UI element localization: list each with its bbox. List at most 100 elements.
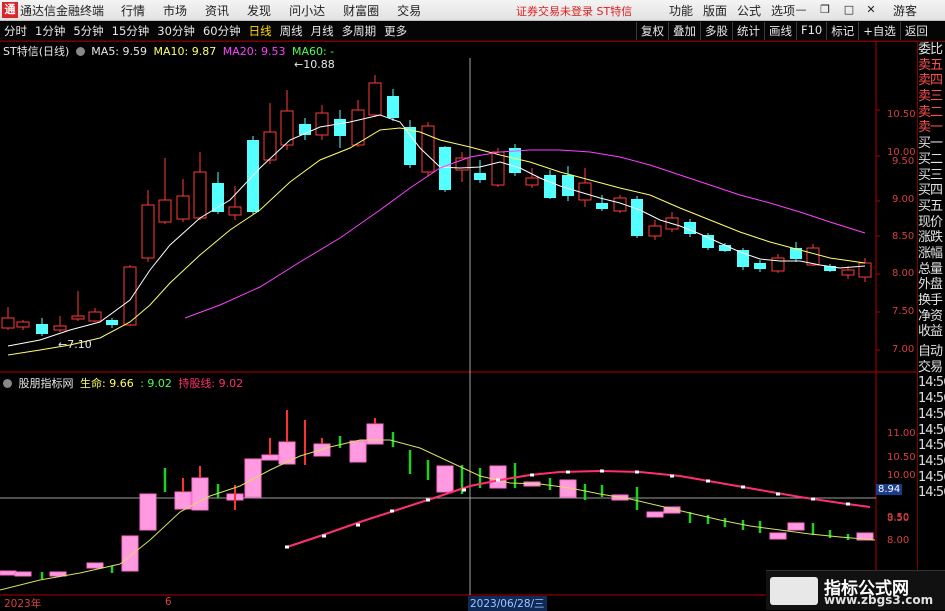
candle-down bbox=[562, 175, 574, 196]
tick-time: 14:56 bbox=[918, 453, 945, 469]
ma60-label: MA60: - bbox=[291, 45, 335, 58]
candle-down bbox=[702, 235, 714, 248]
quote-label: 卖五 bbox=[918, 57, 943, 73]
candle-up bbox=[176, 195, 190, 220]
hold-line-dot bbox=[741, 485, 745, 489]
quote-label: 委比 bbox=[918, 42, 943, 57]
y-tick: 7.50 bbox=[892, 306, 915, 317]
indicator-box bbox=[139, 493, 157, 531]
candle-down bbox=[106, 320, 118, 325]
tick-time: 14:56 bbox=[918, 469, 945, 485]
ma10-label: MA10: 9.87 bbox=[153, 45, 217, 58]
tick-time: 14:56 bbox=[918, 391, 945, 407]
hold-line-dot bbox=[462, 488, 466, 492]
hold-line-dot bbox=[530, 473, 534, 477]
ind-y-tick: 10.00 bbox=[887, 470, 916, 481]
candle-up bbox=[228, 206, 242, 216]
candle-up bbox=[351, 109, 365, 146]
candle-up bbox=[123, 266, 137, 326]
indicator-settings-icon[interactable] bbox=[3, 379, 12, 388]
hold-line-dot bbox=[600, 469, 604, 473]
indicator-title[interactable]: 股朋指标网 bbox=[19, 377, 74, 390]
hold-line-dot bbox=[635, 470, 639, 474]
low-mark: ←7.10 bbox=[58, 338, 92, 351]
candle-up bbox=[841, 269, 855, 276]
quote-label: 收益 bbox=[918, 324, 943, 340]
tick-label[interactable]: 交易 bbox=[918, 360, 945, 376]
y-tick: 9.50 bbox=[892, 156, 915, 167]
hold-line-value: 持股线: 9.02 bbox=[178, 377, 244, 390]
quote-label: 买二 bbox=[918, 151, 943, 167]
hold-line-dot bbox=[670, 474, 674, 478]
y-tick: 8.50 bbox=[892, 231, 915, 242]
hold-line-dot bbox=[706, 479, 710, 483]
indicator-box bbox=[436, 465, 454, 493]
watermark: 指标公式网 www.zbgs3.com bbox=[766, 570, 945, 610]
hold-line-dot bbox=[566, 470, 570, 474]
indicator-box bbox=[278, 441, 296, 465]
candle-up bbox=[263, 131, 277, 161]
indicator-box bbox=[14, 571, 32, 577]
ind-y-tick: 8.00 bbox=[887, 535, 910, 546]
quote-label: 卖四 bbox=[918, 73, 943, 89]
candle-up bbox=[88, 311, 102, 322]
candle-up bbox=[858, 262, 872, 278]
hold-line-dot bbox=[811, 497, 815, 501]
indicator-box bbox=[244, 458, 262, 498]
quote-panel: 委比 卖五 卖四 卖三 卖二 卖一 买一 买二 买三 买四 买五 现价 涨跌 涨… bbox=[917, 42, 945, 609]
ind-y-tick: 8.50 bbox=[887, 513, 910, 524]
indicator-box bbox=[121, 535, 139, 572]
kline-chart[interactable] bbox=[0, 0, 945, 609]
quote-label: 买四 bbox=[918, 183, 943, 199]
life-value: 生命: 9.66 bbox=[80, 377, 134, 390]
candle-up bbox=[16, 321, 30, 328]
candle-up bbox=[525, 177, 539, 186]
ind-y-tick: 10.50 bbox=[887, 452, 916, 463]
candle-down bbox=[36, 324, 48, 334]
candle-up bbox=[491, 151, 505, 186]
second-value: : 9.02 bbox=[140, 377, 172, 390]
candle-up bbox=[578, 182, 592, 201]
candle-up bbox=[368, 82, 382, 116]
indicator-box bbox=[261, 454, 279, 461]
candle-down bbox=[387, 96, 399, 118]
hold-line-dot bbox=[846, 502, 850, 506]
candle-up bbox=[315, 112, 329, 136]
quote-label: 卖三 bbox=[918, 89, 943, 105]
hold-line-dot bbox=[285, 545, 289, 549]
hold-line-dot bbox=[776, 492, 780, 496]
ma20-line bbox=[184, 149, 866, 319]
indicator-box bbox=[191, 477, 209, 511]
watermark-logo-icon bbox=[770, 577, 818, 605]
indicator-box bbox=[349, 440, 367, 463]
candle-down bbox=[754, 263, 766, 269]
indicator-info: 股朋指标网 生命: 9.66 : 9.02 持股线: 9.02 bbox=[3, 375, 246, 391]
hold-line-dot bbox=[390, 509, 394, 513]
tick-label[interactable]: 自动 bbox=[918, 344, 945, 360]
indicator-box bbox=[313, 443, 331, 457]
quote-label: 买五 bbox=[918, 198, 943, 214]
quote-label: 卖二 bbox=[918, 104, 943, 120]
settings-dot-icon[interactable] bbox=[75, 47, 85, 56]
tick-time: 14:56 bbox=[918, 375, 945, 391]
main-chart-info: ST特信(日线) MA5: 9.59 MA10: 9.87 MA20: 9.53… bbox=[3, 43, 337, 59]
cursor-value-badge: 8.94 bbox=[876, 484, 903, 495]
stock-title[interactable]: ST特信(日线) bbox=[3, 45, 69, 58]
quote-label: 涨跌 bbox=[918, 230, 943, 246]
y-tick: 8.00 bbox=[892, 268, 915, 279]
quote-label: 涨幅 bbox=[918, 245, 943, 261]
candle-up bbox=[53, 325, 67, 331]
high-mark: ←10.88 bbox=[294, 58, 335, 71]
quote-label: 买三 bbox=[918, 167, 943, 183]
indicator-box bbox=[787, 522, 805, 531]
candle-up bbox=[71, 315, 85, 320]
quote-label: 净资 bbox=[918, 308, 943, 324]
candle-up bbox=[421, 125, 435, 173]
candle-down bbox=[474, 173, 486, 180]
ma5-label: MA5: 9.59 bbox=[91, 45, 148, 58]
watermark-url: www.zbgs3.com bbox=[824, 593, 934, 607]
indicator-box bbox=[489, 465, 507, 489]
ind-y-tick: 11.00 bbox=[887, 428, 916, 439]
y-tick: 9.00 bbox=[892, 194, 915, 205]
candle-down bbox=[439, 147, 451, 190]
